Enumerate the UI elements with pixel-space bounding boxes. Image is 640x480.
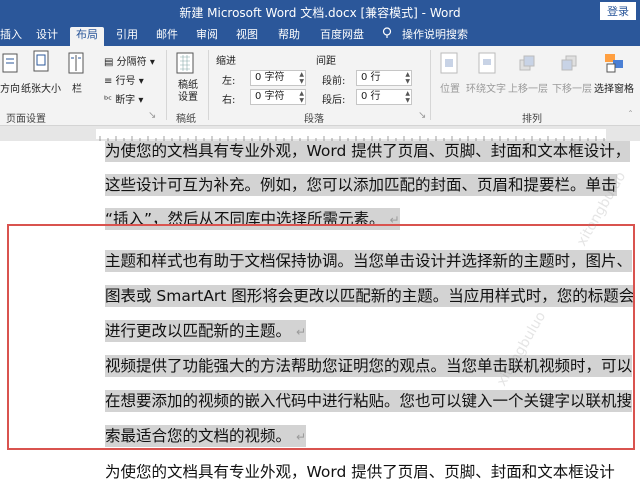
document-line-6: 进行更改以匹配新的主题。 ↵ (105, 320, 307, 342)
columns-button[interactable]: 栏 (72, 80, 82, 95)
group-divider (430, 50, 431, 120)
spinner-arrows-icon[interactable]: ▲ ▼ (405, 71, 410, 85)
breaks-icon: ▤ (104, 57, 117, 68)
collapse-ribbon-icon[interactable]: ˆ (628, 110, 633, 121)
spacing-before-label: 段前: (322, 76, 346, 87)
position-icon (440, 52, 458, 74)
group-divider (166, 50, 167, 120)
paragraph-group-label: 段落 (304, 114, 324, 125)
spacing-after-label: 段后: (322, 95, 346, 106)
breaks-button[interactable]: ▤ 分隔符 ▾ (104, 53, 155, 68)
spacing-after-input[interactable]: 0 行 ▲ ▼ (356, 89, 412, 105)
breaks-label: 分隔符 (116, 57, 147, 68)
spacing-before-input[interactable]: 0 行 ▲ ▼ (356, 70, 412, 86)
horizontal-ruler[interactable] (0, 127, 640, 142)
manuscript-group-label: 稿纸 (176, 114, 196, 125)
page-setup-group-label: 页面设置 (6, 114, 46, 125)
paragraph-launcher-icon[interactable]: ↘ (418, 110, 426, 121)
login-button[interactable]: 登录 (600, 2, 636, 20)
tab-mailings[interactable]: 邮件 (150, 27, 184, 46)
ribbon-tabs: 插入 设计 布局 引用 邮件 审阅 视图 帮助 百度网盘 操作说明搜索 (0, 24, 640, 46)
document-line-3: “插入”，然后从不同库中选择所需元素。 ↵ (105, 208, 400, 230)
spacing-label: 间距 (316, 56, 336, 67)
wrap-text-button[interactable]: 环绕文字 (466, 80, 506, 95)
document-line-1: 为使您的文档具有专业外观，Word 提供了页眉、页脚、封面和文本框设计， (105, 141, 631, 162)
spinner-arrows-icon[interactable]: ▲ ▼ (299, 71, 304, 85)
tab-layout[interactable]: 布局 (70, 27, 104, 46)
bring-forward-button[interactable]: 上移一层 (508, 80, 548, 95)
indent-left-value: 0 字符 (255, 72, 285, 83)
paragraph-mark: ↵ (389, 213, 400, 227)
send-backward-icon (561, 55, 577, 71)
paper-size-button[interactable]: 纸张大小 (21, 80, 61, 95)
ruler-track (96, 129, 606, 142)
orientation-button[interactable]: 方向 (0, 80, 20, 95)
indent-right-label: 右: (222, 95, 236, 106)
arrange-group-label: 排列 (522, 114, 542, 125)
tab-view[interactable]: 视图 (230, 27, 264, 46)
document-line-2: 这些设计可互为补充。例如，您可以添加匹配的封面、页眉和提要栏。单击 (105, 174, 617, 196)
selection-pane-button[interactable]: 选择窗格 (594, 80, 634, 95)
document-line-7: 视频提供了功能强大的方法帮助您证明您的观点。当您单击联机视频时，可以 (105, 355, 633, 377)
document-line-9: 索最适合您的文档的视频。 ↵ (105, 425, 307, 447)
document-line-8: 在想要添加的视频的嵌入代码中进行粘贴。您也可以键入一个关键字以联机搜 (105, 390, 633, 412)
tab-review[interactable]: 审阅 (190, 27, 224, 46)
paragraph-mark: ↵ (295, 430, 307, 444)
orientation-icon (2, 53, 18, 73)
tab-design[interactable]: 设计 (30, 27, 64, 46)
tell-me-search[interactable]: 操作说明搜索 (396, 27, 474, 46)
send-backward-button[interactable]: 下移一层 (552, 80, 592, 95)
hyphenation-icon: ᵇᶜ (104, 95, 116, 106)
hyphenation-button[interactable]: ᵇᶜ 断字 ▾ (104, 91, 143, 106)
document-line-3-text: “插入”，然后从不同库中选择所需元素。 (105, 210, 385, 228)
columns-icon (68, 52, 84, 74)
indent-right-value: 0 字符 (255, 91, 285, 102)
spacing-after-value: 0 行 (361, 91, 381, 102)
document-line-9-text: 索最适合您的文档的视频。 (105, 427, 292, 445)
indent-left-label: 左: (222, 76, 236, 87)
indent-left-input[interactable]: 0 字符 ▲ ▼ (250, 70, 306, 86)
group-divider (208, 50, 209, 120)
spacing-before-value: 0 行 (361, 72, 381, 83)
page-setup-launcher-icon[interactable]: ↘ (148, 110, 156, 121)
ribbon: 方向 纸张大小 栏 ▤ 分隔符 ▾ ≡ 行号 ▾ ᵇᶜ 断字 ▾ 页面设置 ↘ … (0, 46, 640, 126)
tab-references[interactable]: 引用 (110, 27, 144, 46)
paper-size-icon (33, 50, 49, 72)
manuscript-settings-icon (176, 52, 194, 74)
tab-insert[interactable]: 插入 (0, 27, 28, 46)
document-page[interactable]: 为使您的文档具有专业外观，Word 提供了页眉、页脚、封面和文本框设计， 这些设… (0, 141, 640, 480)
line-numbers-label: 行号 (115, 76, 136, 87)
paragraph-mark: ↵ (295, 325, 307, 339)
window-title: 新建 Microsoft Word 文档.docx [兼容模式] - Word (179, 6, 461, 20)
line-numbers-icon: ≡ (104, 76, 116, 87)
document-line-6-text: 进行更改以匹配新的主题。 (105, 322, 292, 340)
document-line-10: 为使您的文档具有专业外观，Word 提供了页眉、页脚、封面和文本框设计 (105, 463, 615, 480)
indent-right-input[interactable]: 0 字符 ▲ ▼ (250, 89, 306, 105)
line-numbers-button[interactable]: ≡ 行号 ▾ (104, 72, 144, 87)
spinner-arrows-icon[interactable]: ▲ ▼ (299, 90, 304, 104)
tab-baidu-netdisk[interactable]: 百度网盘 (314, 27, 370, 46)
selection-pane-icon (605, 54, 623, 73)
document-line-4: 主题和样式也有助于文档保持协调。当您单击设计并选择新的主题时，图片、 (105, 250, 633, 272)
wrap-text-icon (478, 52, 496, 74)
document-line-5: 图表或 SmartArt 图形将会更改以匹配新的主题。当应用样式时，您的标题会 (105, 285, 635, 307)
manuscript-settings-button[interactable]: 稿纸设置 (178, 80, 202, 104)
indent-label: 缩进 (216, 56, 236, 67)
position-button[interactable]: 位置 (440, 80, 460, 95)
title-bar: 新建 Microsoft Word 文档.docx [兼容模式] - Word … (0, 0, 640, 24)
tab-help[interactable]: 帮助 (272, 27, 306, 46)
spinner-arrows-icon[interactable]: ▲ ▼ (405, 90, 410, 104)
hyphenation-label: 断字 (115, 95, 136, 106)
search-icon[interactable] (376, 27, 398, 46)
bring-forward-icon (519, 55, 535, 71)
